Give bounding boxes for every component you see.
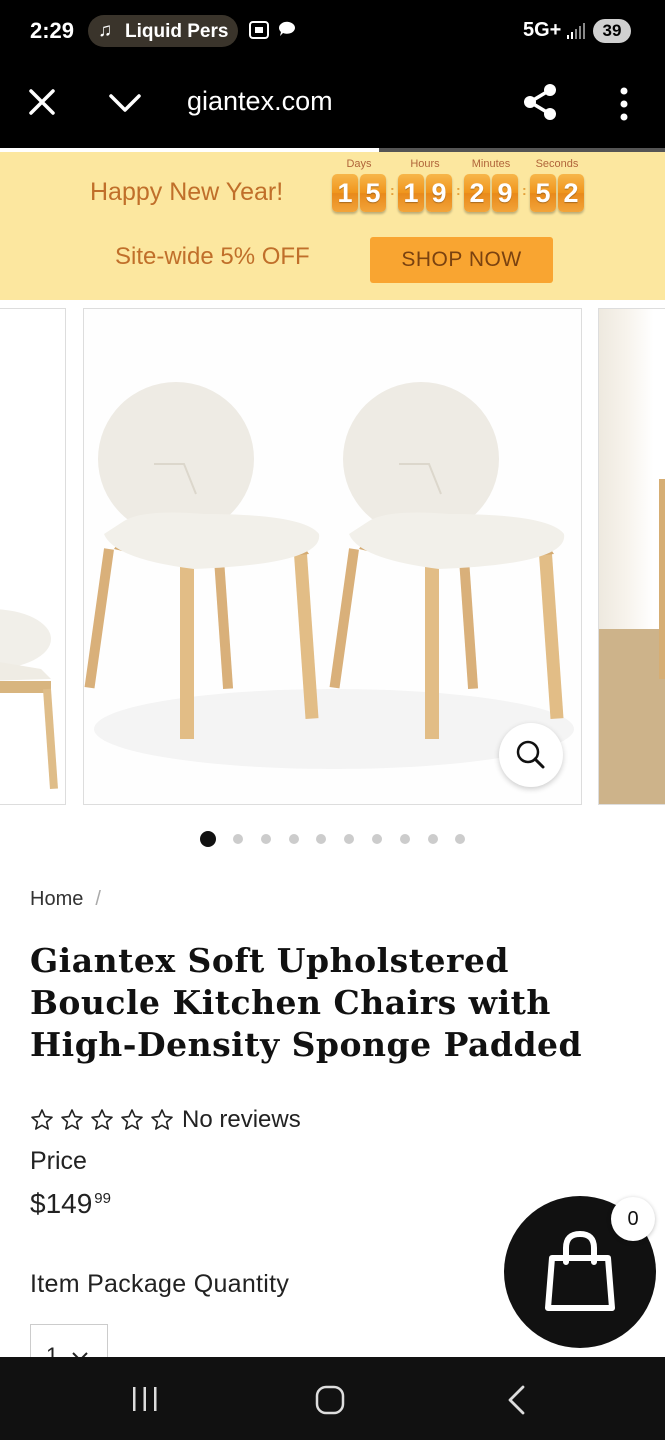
star-empty-icon bbox=[151, 1109, 173, 1130]
countdown-label: Minutes bbox=[471, 158, 511, 170]
cart-count-badge: 0 bbox=[611, 1197, 655, 1241]
zoom-button[interactable] bbox=[499, 723, 563, 787]
gallery-dot[interactable] bbox=[288, 834, 299, 844]
back-icon[interactable] bbox=[505, 1384, 529, 1416]
magnifier-icon bbox=[516, 740, 545, 769]
countdown-separator: : bbox=[456, 182, 461, 198]
countdown-digit: 2 bbox=[558, 174, 584, 212]
countdown-digit: 1 bbox=[332, 174, 358, 212]
screenshot-icon bbox=[249, 20, 269, 39]
price-cents: 99 bbox=[94, 1190, 111, 1207]
chat-bubble-icon bbox=[278, 21, 295, 36]
gallery-dot[interactable] bbox=[200, 831, 216, 847]
battery-indicator: 39 bbox=[593, 19, 631, 43]
chair-image-partial bbox=[0, 609, 58, 790]
countdown-hours: Hours 19 bbox=[396, 158, 454, 212]
gallery-dot[interactable] bbox=[233, 834, 243, 844]
product-gallery[interactable] bbox=[0, 300, 665, 820]
breadcrumb-home-link[interactable]: Home bbox=[30, 888, 83, 910]
close-icon[interactable] bbox=[26, 86, 58, 118]
countdown-seconds: Seconds 52 bbox=[528, 158, 586, 212]
more-vertical-icon[interactable] bbox=[612, 84, 636, 124]
shopping-bag-icon bbox=[545, 1230, 615, 1311]
status-bar: 2:29 ♫ Liquid Pers 5G+ 39 bbox=[0, 0, 665, 62]
product-title: Giantex Soft Upholstered Boucle Kitchen … bbox=[30, 941, 583, 1064]
promo-banner: Happy New Year! Days 15 : Hours 19 : Min… bbox=[0, 152, 665, 300]
countdown-separator: : bbox=[522, 182, 527, 198]
reviews-count-text: No reviews bbox=[182, 1106, 301, 1133]
star-empty-icon bbox=[91, 1109, 113, 1130]
status-time: 2:29 bbox=[30, 18, 75, 43]
countdown-digit: 2 bbox=[464, 174, 490, 212]
gallery-dot[interactable] bbox=[372, 834, 382, 844]
gallery-dot[interactable] bbox=[399, 834, 410, 844]
gallery-dot[interactable] bbox=[455, 834, 466, 844]
countdown-digit: 5 bbox=[530, 174, 556, 212]
music-note-icon: ♫ bbox=[98, 20, 113, 41]
gallery-slide-next[interactable] bbox=[598, 308, 665, 805]
gallery-slide-previous[interactable] bbox=[0, 308, 66, 805]
system-navigation-bar bbox=[0, 1357, 665, 1440]
gallery-dot[interactable] bbox=[316, 834, 327, 844]
media-pill[interactable]: ♫ Liquid Pers bbox=[88, 15, 238, 47]
star-empty-icon bbox=[121, 1109, 143, 1130]
signal-icon bbox=[567, 23, 585, 39]
recent-apps-icon[interactable] bbox=[130, 1385, 160, 1413]
share-icon[interactable] bbox=[522, 82, 558, 122]
url-text[interactable]: giantex.com bbox=[187, 86, 333, 117]
chevron-down-icon[interactable] bbox=[108, 88, 142, 118]
countdown-days: Days 15 bbox=[330, 158, 388, 212]
gallery-dot[interactable] bbox=[260, 834, 271, 844]
countdown-label: Hours bbox=[410, 158, 440, 170]
quantity-label: Item Package Quantity bbox=[30, 1270, 290, 1298]
countdown-separator: : bbox=[390, 182, 395, 198]
room-image-partial bbox=[599, 479, 665, 804]
countdown-digit: 5 bbox=[360, 174, 386, 212]
countdown-label: Seconds bbox=[535, 158, 579, 170]
browser-toolbar: giantex.com bbox=[0, 62, 665, 150]
product-rating[interactable]: No reviews bbox=[30, 1106, 301, 1136]
star-empty-icon bbox=[31, 1109, 53, 1130]
countdown-label: Days bbox=[346, 158, 372, 170]
countdown-minutes: Minutes 29 bbox=[462, 158, 520, 212]
gallery-dot[interactable] bbox=[427, 834, 438, 844]
status-icons bbox=[248, 18, 298, 41]
promo-subtitle: Site-wide 5% OFF bbox=[115, 243, 310, 270]
breadcrumb-separator: / bbox=[95, 888, 101, 910]
product-price: $149 99 bbox=[30, 1188, 111, 1220]
network-type: 5G+ bbox=[523, 19, 562, 41]
countdown-digit: 9 bbox=[492, 174, 518, 212]
countdown-digit: 1 bbox=[398, 174, 424, 212]
breadcrumb: Home / bbox=[30, 888, 101, 911]
gallery-dot[interactable] bbox=[344, 834, 355, 844]
media-title: Liquid Pers bbox=[125, 21, 229, 42]
home-icon[interactable] bbox=[314, 1384, 346, 1416]
gallery-pagination[interactable] bbox=[0, 829, 665, 849]
price-label: Price bbox=[30, 1147, 87, 1175]
price-whole: $149 bbox=[30, 1188, 93, 1219]
countdown-digit: 9 bbox=[426, 174, 452, 212]
shop-now-button[interactable]: SHOP NOW bbox=[370, 237, 553, 283]
promo-title: Happy New Year! bbox=[90, 178, 284, 206]
star-empty-icon bbox=[61, 1109, 83, 1130]
